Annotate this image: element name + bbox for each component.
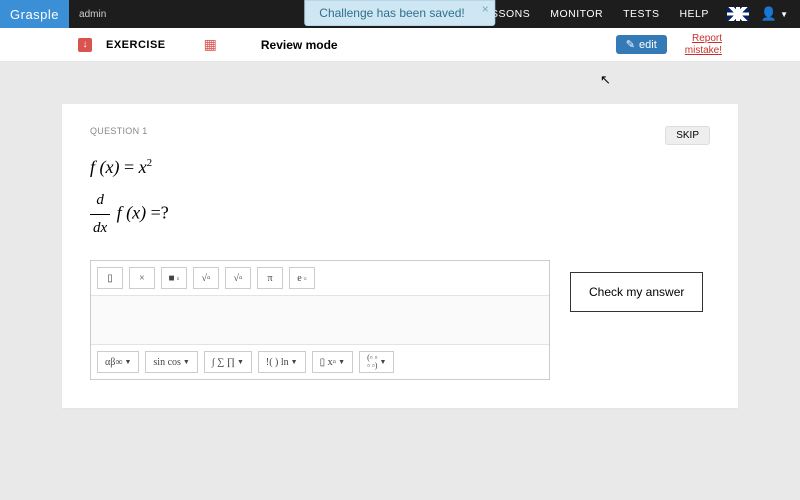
tool-sets[interactable]: ▯ x▫▼ xyxy=(312,351,354,373)
tool-e[interactable]: e▫ xyxy=(289,267,315,289)
nav-tests[interactable]: TESTS xyxy=(613,8,669,20)
nav-monitor[interactable]: MONITOR xyxy=(540,8,613,20)
mouse-cursor-icon: ↖ xyxy=(600,72,611,88)
tool-calculus[interactable]: ∫ ∑ ∏▼ xyxy=(204,351,252,373)
sub-nav: ↓ EXERCISE ▦ Review mode ✎ edit Report m… xyxy=(0,28,800,62)
toolbar-top: ▯ × ■▫ √▫ √▫ π e▫ xyxy=(91,261,549,296)
exercise-label: EXERCISE xyxy=(106,39,166,51)
answer-input[interactable] xyxy=(91,296,549,344)
tool-nroot[interactable]: √▫ xyxy=(225,267,251,289)
question-card: QUESTION 1 SKIP f (x) = x2 d dx f (x) =?… xyxy=(62,104,738,408)
check-answer-button[interactable]: Check my answer xyxy=(570,272,703,312)
save-toast: Challenge has been saved! × xyxy=(304,0,495,26)
review-mode-label: Review mode xyxy=(261,38,338,52)
user-menu[interactable]: 👤▼ xyxy=(757,6,800,22)
exercise-icon: ↓ xyxy=(78,38,92,52)
nav-help[interactable]: HELP xyxy=(669,8,718,20)
tool-times[interactable]: × xyxy=(129,267,155,289)
edit-button[interactable]: ✎ edit xyxy=(616,35,667,54)
pencil-icon: ✎ xyxy=(626,38,635,51)
tool-trig[interactable]: sin cos▼ xyxy=(145,351,197,373)
tool-fraction[interactable]: ▯ xyxy=(97,267,123,289)
math-line-1: f (x) = x2 xyxy=(90,151,710,183)
toast-message: Challenge has been saved! xyxy=(319,6,464,20)
math-line-2: d dx f (x) =? xyxy=(90,187,710,242)
toast-close-icon[interactable]: × xyxy=(482,2,489,16)
skip-button[interactable]: SKIP xyxy=(665,126,710,145)
math-editor: ▯ × ■▫ √▫ √▫ π e▫ αβ∞▼ sin cos▼ ∫ ∑ ∏▼ !… xyxy=(90,260,550,380)
tool-matrix[interactable]: (▫ ▫▫ ▫)▼ xyxy=(359,351,394,373)
question-index-label: QUESTION 1 xyxy=(90,126,148,136)
edit-button-label: edit xyxy=(639,39,657,51)
report-mistake-link[interactable]: Report mistake! xyxy=(685,33,722,57)
brand-logo[interactable]: Grasple xyxy=(0,0,69,28)
tool-log[interactable]: !( ) ln▼ xyxy=(258,351,306,373)
user-role-label: admin xyxy=(79,9,106,20)
language-flag-icon[interactable] xyxy=(727,7,749,21)
grid-icon[interactable]: ▦ xyxy=(204,36,217,53)
tool-pi[interactable]: π xyxy=(257,267,283,289)
question-math: f (x) = x2 d dx f (x) =? xyxy=(90,151,710,242)
tool-greek[interactable]: αβ∞▼ xyxy=(97,351,139,373)
tool-power[interactable]: ■▫ xyxy=(161,267,187,289)
tool-sqrt[interactable]: √▫ xyxy=(193,267,219,289)
toolbar-bottom: αβ∞▼ sin cos▼ ∫ ∑ ∏▼ !( ) ln▼ ▯ x▫▼ (▫ ▫… xyxy=(91,344,549,379)
